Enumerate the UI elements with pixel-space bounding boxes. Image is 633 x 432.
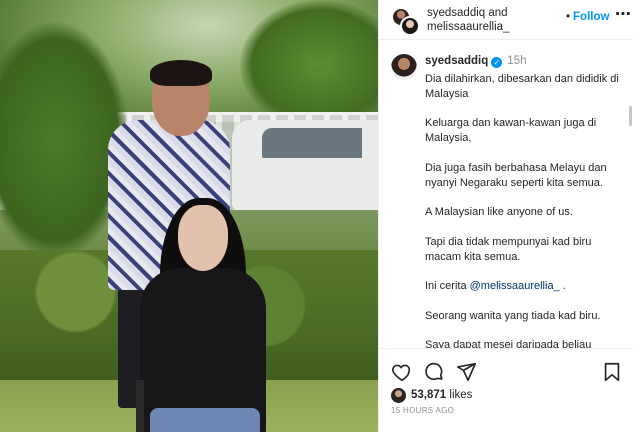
separator-dot: • [566, 11, 571, 23]
caption-paragraph: Saya dapat mesej daripada beliau [425, 339, 592, 348]
caption-area: syedsaddiq ✓ 15h Dia dilahirkan, dibesarka… [379, 44, 633, 348]
comment-icon[interactable] [423, 361, 445, 383]
avatar [400, 16, 420, 36]
avatar [391, 388, 406, 403]
post-owners[interactable]: syedsaddiq and melissaaurellia_ [427, 6, 557, 34]
mention-suffix: . [559, 280, 566, 293]
caption-paragraph: Dia dilahirkan, dibesarkan dan dididik d… [425, 73, 619, 100]
likes-text: 53,871 likes [411, 389, 472, 401]
likes-count: 53,871 [411, 389, 447, 401]
mention-link[interactable]: @melissaaurellia_ [470, 280, 560, 292]
bookmark-icon[interactable] [601, 361, 623, 383]
post-actions: 53,871 likes 15 HOURS AGO [379, 348, 633, 432]
caption-username[interactable]: syedsaddiq [425, 55, 488, 67]
follow-label: Follow [573, 11, 610, 23]
more-horizontal-icon[interactable]: ⋯ [615, 4, 632, 23]
post-photo[interactable] [0, 0, 378, 432]
likes-label: likes [446, 389, 473, 401]
caption-paragraph: A Malaysian like anyone of us. [425, 206, 573, 219]
follow-button[interactable]: • Follow [566, 11, 609, 23]
caption-mention-paragraph: Ini cerita @melissaaurellia_ . [425, 279, 625, 294]
verified-badge-icon: ✓ [491, 57, 503, 68]
mention-prefix: Ini cerita [425, 280, 470, 293]
caption-paragraph: Dia juga fasih berbahasa Melayu dan nyan… [425, 161, 607, 189]
paper-plane-icon[interactable] [455, 361, 477, 383]
caption-time: 15h [507, 55, 527, 67]
caption-header: syedsaddiq ✓ 15h [425, 55, 526, 68]
heart-icon[interactable] [391, 361, 413, 383]
caption-paragraph: Seorang wanita yang tiada kad biru. [425, 309, 601, 322]
post-side-panel: syedsaddiq and melissaaurellia_ • Follow … [378, 0, 633, 432]
owners-avatar-stack[interactable] [391, 7, 420, 36]
caption-paragraph: Keluarga dan kawan-kawan juga di Malaysi… [425, 117, 597, 145]
owners-line-2: melissaaurellia_ [427, 21, 510, 33]
caption-text: Dia dilahirkan, dibesarkan dan dididik d… [425, 72, 625, 348]
post-timestamp[interactable]: 15 HOURS AGO [391, 406, 454, 415]
caption-scrollbar[interactable] [629, 106, 632, 126]
post-header: syedsaddiq and melissaaurellia_ • Follow … [379, 0, 633, 40]
likes-row[interactable]: 53,871 likes [391, 387, 631, 405]
owners-line-1: syedsaddiq and [427, 7, 508, 19]
caption-paragraph: Tapi dia tidak mempunyai kad biru macam … [425, 235, 592, 263]
avatar[interactable] [391, 54, 417, 80]
